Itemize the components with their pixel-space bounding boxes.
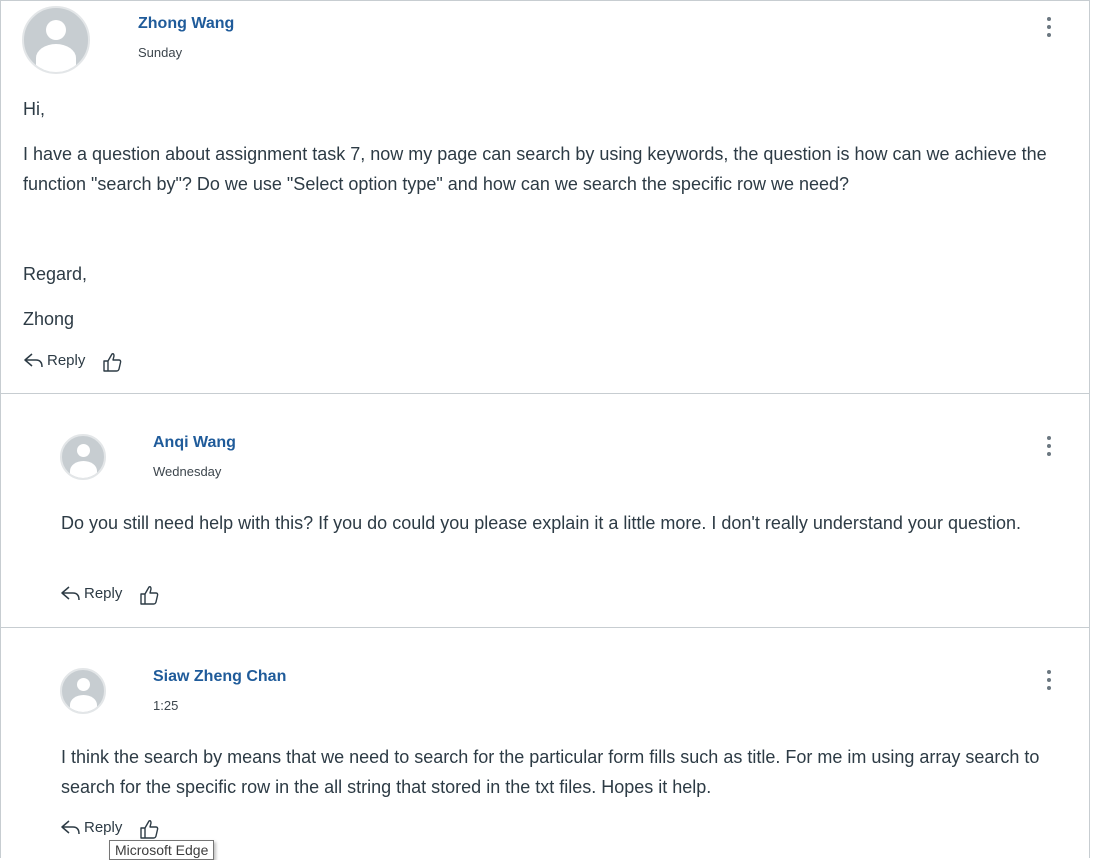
avatar[interactable]	[22, 6, 90, 74]
avatar[interactable]	[60, 668, 106, 714]
reply-label: Reply	[47, 351, 86, 369]
message-paragraph: Hi,	[23, 99, 45, 119]
discussion-thread: Zhong Wang Sunday Hi, I have a question …	[0, 0, 1090, 858]
reply-button[interactable]: Reply	[60, 817, 122, 837]
author-name[interactable]: Anqi Wang	[153, 434, 236, 452]
reply-arrow-icon	[24, 353, 43, 368]
author-name[interactable]: Siaw Zheng Chan	[153, 668, 286, 686]
discussion-entry: Zhong Wang Sunday Hi, I have a question …	[1, 1, 1089, 394]
reply-button[interactable]: Reply	[23, 350, 85, 370]
more-options-icon[interactable]	[1041, 668, 1057, 692]
reply-arrow-icon	[61, 586, 80, 601]
more-options-icon[interactable]	[1041, 434, 1057, 458]
message-paragraph: I have a question about assignment task …	[23, 144, 1047, 194]
avatar-body	[36, 44, 76, 72]
avatar-body	[70, 461, 97, 478]
message-paragraph: Do you still need help with this? If you…	[61, 513, 1021, 533]
author-name[interactable]: Zhong Wang	[138, 15, 234, 33]
avatar-body	[70, 695, 97, 712]
message-paragraph: Regard,	[23, 264, 88, 284]
browser-tooltip: Microsoft Edge	[109, 840, 215, 860]
message-paragraph: I think the search by means that we need…	[61, 747, 1040, 797]
more-options-icon[interactable]	[1041, 15, 1057, 39]
post-date: 1:25	[153, 698, 179, 713]
post-date: Wednesday	[153, 464, 222, 479]
discussion-entry: Anqi Wang Wednesday Do you still need he…	[1, 394, 1089, 628]
reply-button[interactable]: Reply	[60, 583, 122, 603]
avatar-head	[46, 20, 66, 40]
reply-label: Reply	[84, 584, 123, 602]
avatar-head	[77, 678, 90, 691]
avatar-head	[77, 444, 90, 457]
like-thumb-icon[interactable]	[138, 818, 160, 840]
post-date: Sunday	[138, 45, 183, 60]
reply-label: Reply	[84, 818, 123, 836]
like-thumb-icon[interactable]	[138, 584, 160, 606]
like-thumb-icon[interactable]	[101, 351, 123, 373]
discussion-entry: Siaw Zheng Chan 1:25 I think the search …	[1, 628, 1089, 860]
message-paragraph: Zhong	[23, 309, 75, 329]
reply-arrow-icon	[61, 820, 80, 835]
avatar[interactable]	[60, 434, 106, 480]
